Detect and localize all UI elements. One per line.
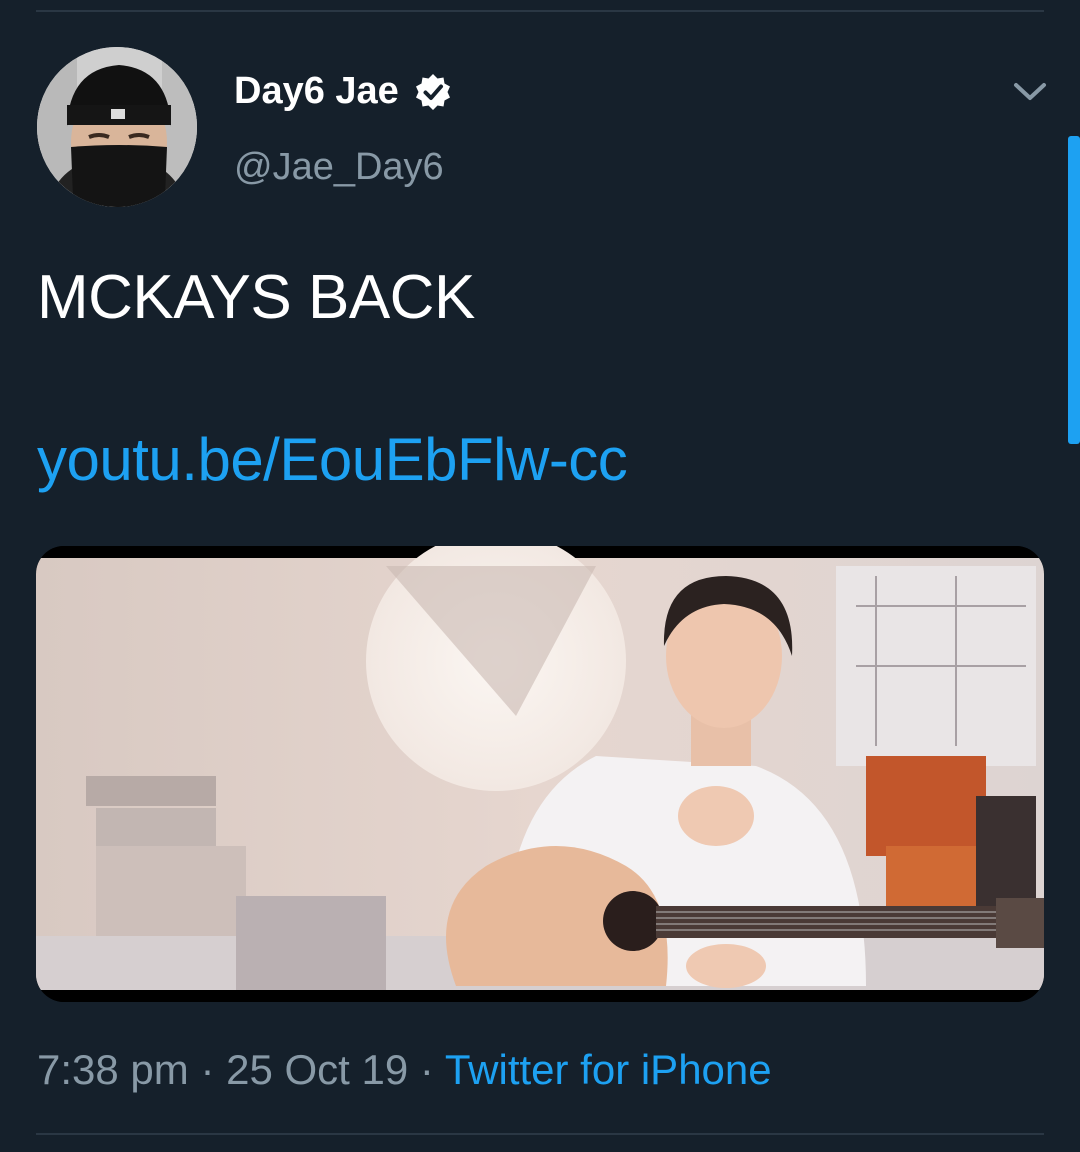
author-handle[interactable]: @Jae_Day6 (234, 146, 444, 189)
avatar-image (37, 47, 197, 207)
tweet-time: 7:38 pm (37, 1046, 189, 1093)
meta-separator: · (419, 1046, 434, 1093)
tweet-link[interactable]: youtu.be/EouEbFlw-cc (37, 425, 628, 494)
verified-badge-icon (413, 72, 453, 112)
tweet-source-link[interactable]: Twitter for iPhone (445, 1046, 772, 1093)
video-thumbnail-image (36, 546, 1044, 1002)
tweet-text: MCKAYS BACK (37, 263, 475, 332)
tweet-date: 25 Oct 19 (226, 1046, 409, 1093)
chevron-down-icon[interactable] (1010, 76, 1050, 106)
video-thumbnail[interactable] (36, 546, 1044, 1002)
avatar[interactable] (37, 47, 197, 207)
author-display-name-row[interactable]: Day6 Jae (234, 70, 453, 113)
top-divider (36, 10, 1044, 12)
author-display-name[interactable]: Day6 Jae (234, 70, 399, 113)
scroll-indicator[interactable] (1068, 136, 1080, 444)
bottom-divider (36, 1133, 1044, 1135)
tweet-meta: 7:38 pm · 25 Oct 19 · Twitter for iPhone (37, 1046, 772, 1094)
meta-separator: · (200, 1046, 215, 1093)
